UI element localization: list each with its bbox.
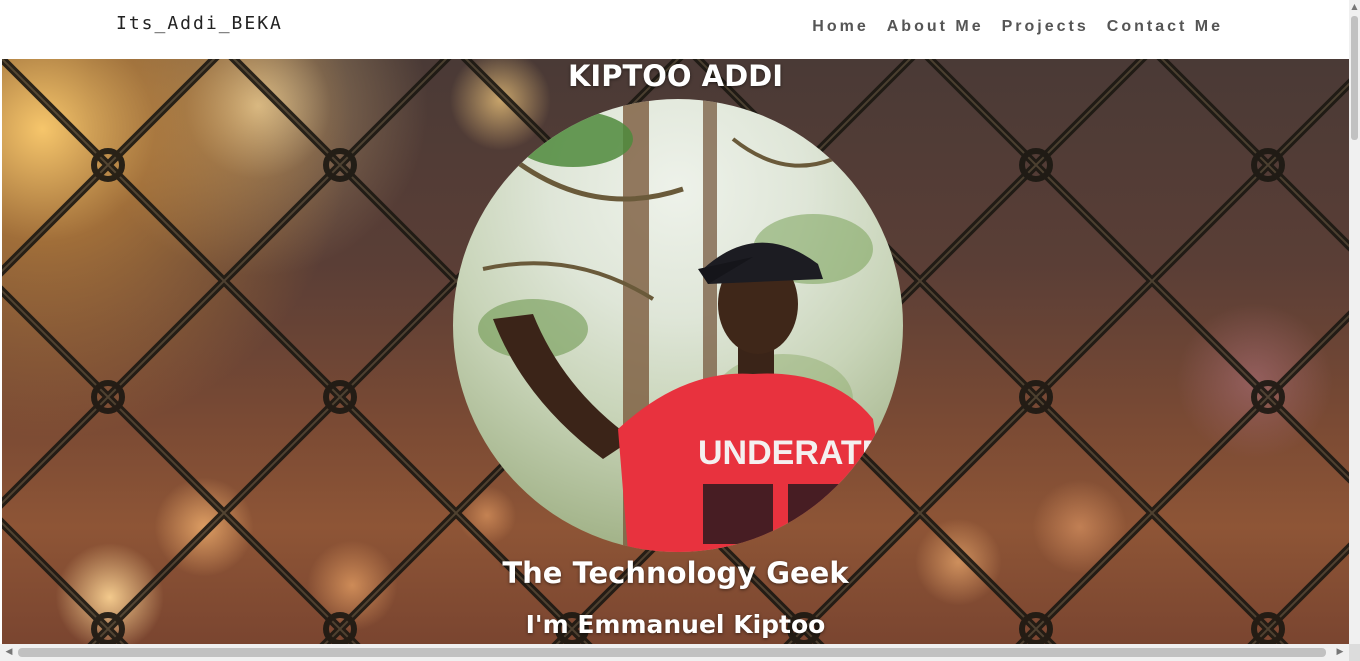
scroll-left-icon[interactable]: ◀ (2, 644, 16, 661)
hero-title: KIPTOO ADDI (567, 59, 784, 93)
hero-subtitle: The Technology Geek (502, 556, 849, 590)
portrait-illustration: UNDERATED (478, 99, 903, 552)
nav-link-projects[interactable]: Projects (1002, 18, 1089, 36)
page-viewport: Its_Addi_BEKA Home About Me Projects Con… (0, 0, 1349, 644)
nav-link-about-me[interactable]: About Me (887, 18, 984, 36)
main-nav: Home About Me Projects Contact Me (812, 18, 1223, 36)
scroll-up-icon[interactable]: ▲ (1349, 0, 1360, 14)
hero-intro: I'm Emmanuel Kiptoo (525, 610, 826, 639)
horizontal-scroll-thumb[interactable] (18, 648, 1326, 657)
shirt-text: UNDERATED (698, 434, 903, 472)
brand-logo[interactable]: Its_Addi_BEKA (116, 13, 283, 34)
profile-photo: UNDERATED (453, 99, 903, 552)
nav-link-home[interactable]: Home (812, 18, 868, 36)
hero-section: KIPTOO ADDI UNDERATED The Technology Gee… (2, 59, 1349, 644)
scroll-right-icon[interactable]: ▶ (1333, 644, 1347, 661)
scrollbar-corner (1349, 644, 1360, 661)
horizontal-scrollbar[interactable]: ◀ ▶ (0, 644, 1349, 661)
top-navbar: Its_Addi_BEKA Home About Me Projects Con… (0, 0, 1349, 59)
nav-link-contact-me[interactable]: Contact Me (1107, 18, 1223, 36)
vertical-scroll-thumb[interactable] (1351, 16, 1358, 140)
vertical-scrollbar[interactable]: ▲ (1349, 0, 1360, 644)
